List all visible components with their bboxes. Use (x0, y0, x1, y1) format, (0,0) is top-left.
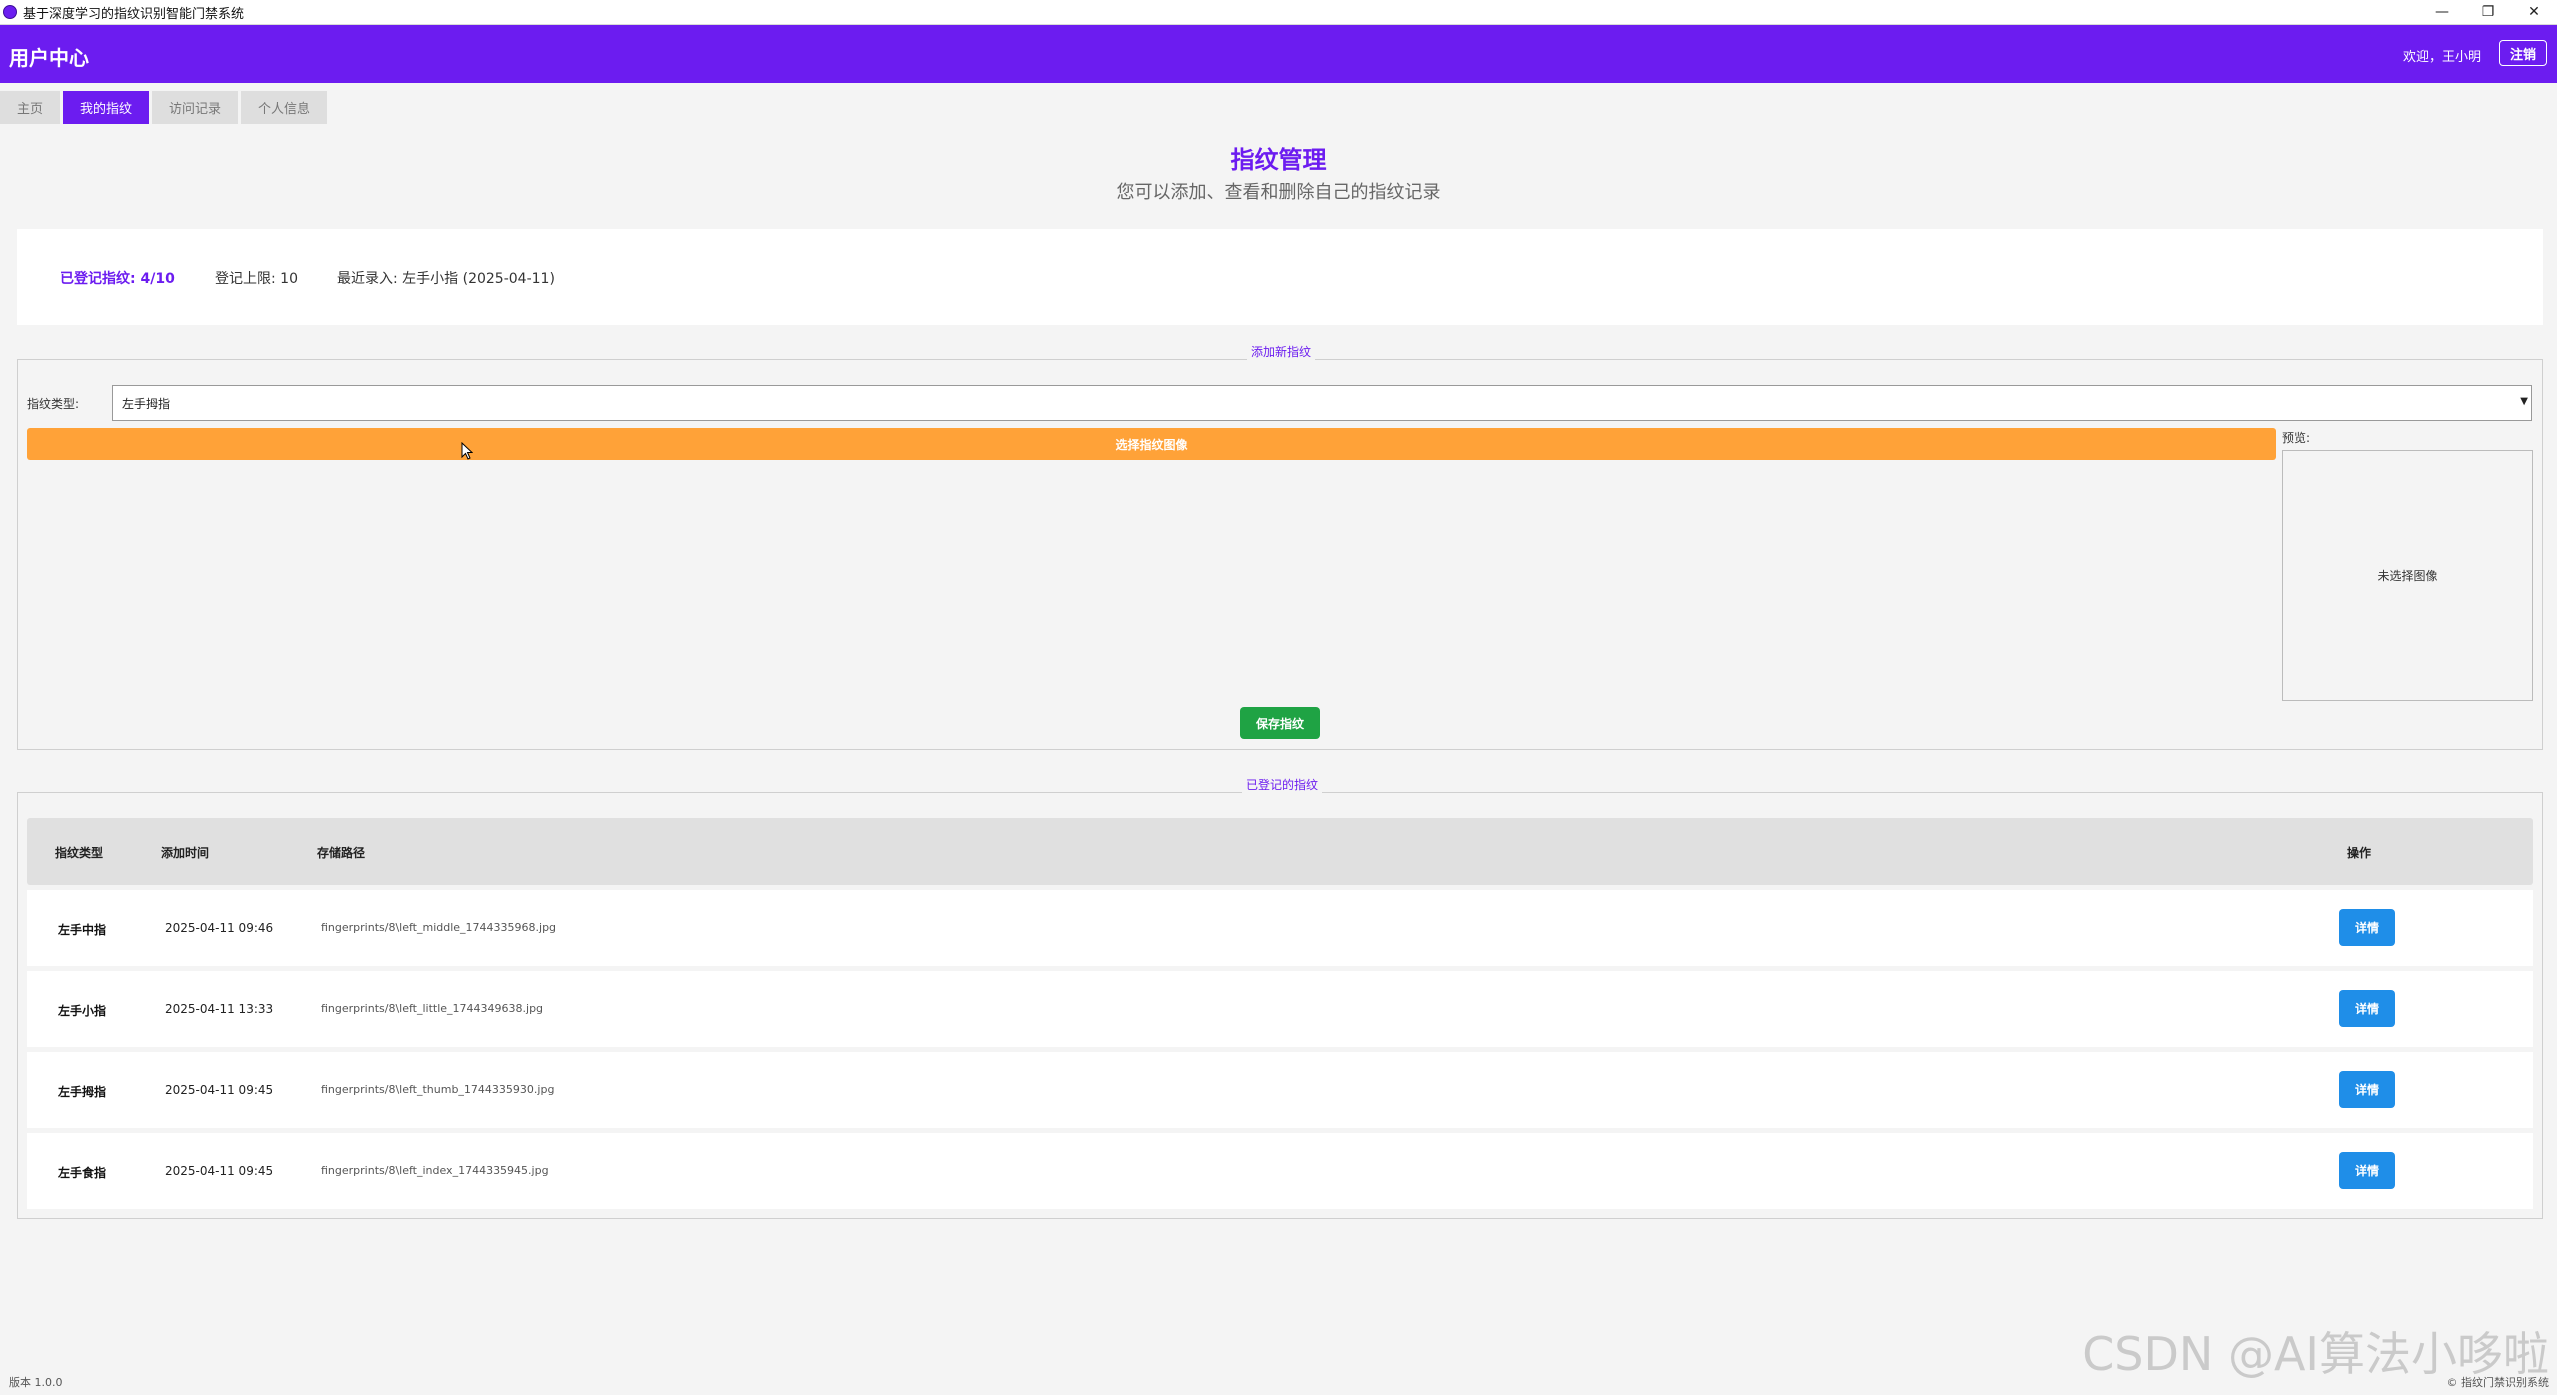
app-icon (3, 5, 17, 19)
header-title: 用户中心 (9, 46, 89, 70)
window-title: 基于深度学习的指纹识别智能门禁系统 (23, 6, 245, 22)
row-path: fingerprints/8\left_index_1744335945.jpg (321, 1164, 549, 1177)
preview-label: 预览: (2282, 431, 2311, 445)
row-type: 左手中指 (58, 923, 107, 937)
row-time: 2025-04-11 09:45 (165, 1164, 274, 1178)
save-fingerprint-button[interactable]: 保存指纹 (1240, 707, 1320, 739)
stats-card: 已登记指纹: 4/10 登记上限: 10 最近录入: 左手小指 (2025-04… (17, 229, 2543, 325)
minimize-icon[interactable]: — (2419, 0, 2465, 24)
window-titlebar: 基于深度学习的指纹识别智能门禁系统 — ❐ ✕ (0, 0, 2557, 25)
welcome-text: 欢迎，王小明 (2402, 50, 2481, 65)
fingerprint-type-select[interactable]: 左手拇指 ▼ (112, 385, 2532, 421)
image-preview: 未选择图像 (2282, 450, 2533, 701)
details-button[interactable]: 详情 (2339, 1071, 2395, 1108)
details-button[interactable]: 详情 (2339, 909, 2395, 946)
page-subtitle: 您可以添加、查看和删除自己的指纹记录 (1116, 182, 1441, 203)
maximize-icon[interactable]: ❐ (2465, 0, 2511, 24)
add-fingerprint-group-label: 添加新指纹 (1247, 343, 1316, 360)
table-row: 左手小指 2025-04-11 13:33 fingerprints/8\lef… (27, 971, 2533, 1047)
row-path: fingerprints/8\left_middle_1744335968.jp… (321, 921, 557, 934)
column-header-path: 存储路径 (317, 846, 366, 860)
choose-image-button[interactable]: 选择指纹图像 (27, 428, 2276, 460)
tab-access-records[interactable]: 访问记录 (152, 91, 239, 124)
column-header-action: 操作 (2347, 846, 2372, 860)
fingerprint-type-label: 指纹类型: (27, 397, 80, 411)
column-header-time: 添加时间 (161, 846, 210, 860)
row-type: 左手食指 (58, 1166, 107, 1180)
row-type: 左手拇指 (58, 1085, 107, 1099)
details-button[interactable]: 详情 (2339, 990, 2395, 1027)
window-controls: — ❐ ✕ (2419, 0, 2557, 24)
table-row: 左手拇指 2025-04-11 09:45 fingerprints/8\lef… (27, 1052, 2533, 1128)
table-row: 左手中指 2025-04-11 09:46 fingerprints/8\lef… (27, 890, 2533, 966)
column-header-type: 指纹类型 (55, 846, 104, 860)
registered-count: 已登记指纹: 4/10 (60, 271, 175, 287)
row-path: fingerprints/8\left_thumb_1744335930.jpg (321, 1083, 555, 1096)
details-button[interactable]: 详情 (2339, 1152, 2395, 1189)
fingerprint-type-value: 左手拇指 (122, 396, 171, 411)
app-header: 用户中心 欢迎，王小明 注销 (0, 25, 2557, 83)
copyright-label: © 指纹门禁识别系统 (2446, 1376, 2550, 1389)
row-path: fingerprints/8\left_little_1744349638.jp… (321, 1002, 544, 1015)
recent-entry: 最近录入: 左手小指 (2025-04-11) (337, 271, 555, 287)
tab-bar: 主页 我的指纹 访问记录 个人信息 (0, 91, 328, 124)
table-row: 左手食指 2025-04-11 09:45 fingerprints/8\lef… (27, 1133, 2533, 1209)
tab-my-fingerprints[interactable]: 我的指纹 (63, 91, 150, 124)
tab-personal-info[interactable]: 个人信息 (241, 91, 328, 124)
mouse-cursor-icon (461, 442, 473, 460)
registration-limit: 登记上限: 10 (215, 271, 298, 287)
preview-placeholder: 未选择图像 (2377, 569, 2438, 583)
tab-home[interactable]: 主页 (0, 91, 61, 124)
logout-button[interactable]: 注销 (2499, 40, 2547, 66)
row-time: 2025-04-11 13:33 (165, 1002, 274, 1016)
close-icon[interactable]: ✕ (2511, 0, 2557, 24)
row-time: 2025-04-11 09:46 (165, 921, 274, 935)
page-title: 指纹管理 (1230, 146, 1327, 174)
table-header: 指纹类型 添加时间 存储路径 操作 (27, 818, 2533, 885)
version-label: 版本 1.0.0 (9, 1376, 63, 1389)
registered-fingerprints-group-label: 已登记的指纹 (1242, 776, 1323, 793)
chevron-down-icon: ▼ (2520, 396, 2528, 407)
row-type: 左手小指 (58, 1004, 107, 1018)
row-time: 2025-04-11 09:45 (165, 1083, 274, 1097)
